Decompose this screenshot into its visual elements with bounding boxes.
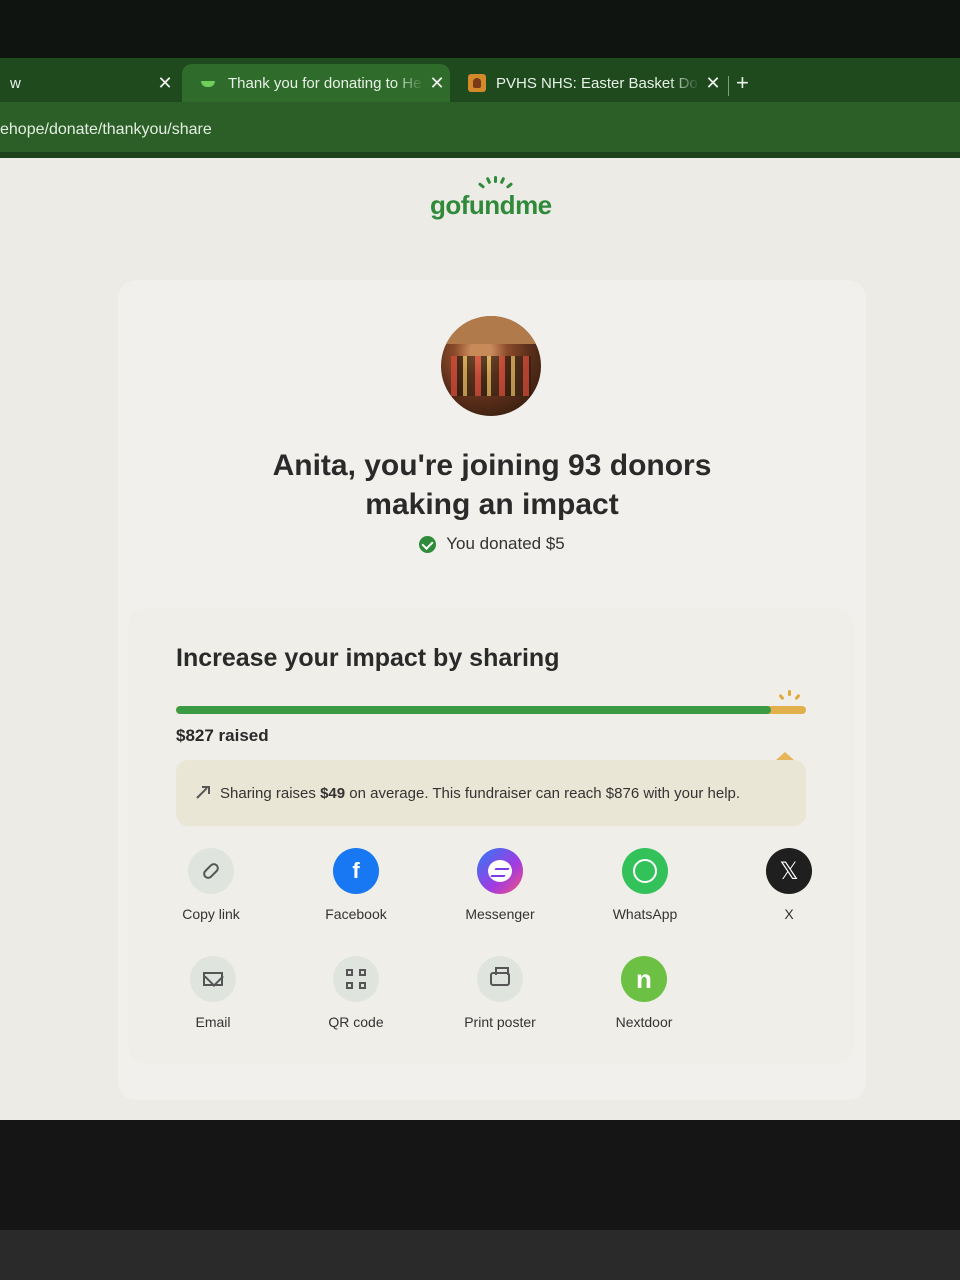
share-title: Increase your impact by sharing (176, 644, 560, 672)
qr-code-button[interactable]: QR code (301, 956, 411, 1030)
share-option-label: Messenger (465, 906, 535, 922)
share-x-button[interactable]: 𝕏 X (734, 848, 844, 922)
new-tab-button[interactable]: + (736, 70, 749, 96)
tab-gofundme-thankyou[interactable]: Thank you for donating to He ✕ (182, 64, 450, 102)
url-text: ehope/donate/thankyou/share (0, 121, 212, 138)
headline-line-2: making an impact (365, 488, 619, 521)
page-title: Anita, you're joining 93 donors making a… (198, 446, 786, 524)
sharing-tip: Sharing raises $49 on average. This fund… (176, 760, 806, 826)
fundraiser-progress-bar (176, 706, 806, 714)
share-option-label: Email (195, 1014, 231, 1030)
tab-title: w (10, 74, 21, 92)
x-icon: 𝕏 (766, 848, 812, 894)
goal-sparkle-icon (778, 690, 802, 702)
share-option-label: Nextdoor (615, 1014, 673, 1030)
headline-line-1: Anita, you're joining 93 donors (272, 449, 712, 482)
close-tab-icon[interactable]: ✕ (700, 73, 726, 94)
link-icon (188, 848, 234, 894)
screen-bezel-bottom (0, 1120, 960, 1280)
page-content: gofundme Anita, you're joining 93 donors… (0, 158, 960, 1120)
tip-prefix: Sharing raises (220, 784, 321, 802)
nextdoor-icon: n (621, 956, 667, 1002)
printer-icon (477, 956, 523, 1002)
share-option-label: WhatsApp (612, 906, 678, 922)
fundraiser-avatar (441, 316, 541, 416)
share-facebook-button[interactable]: f Facebook (301, 848, 411, 922)
pvhs-favicon-icon (468, 74, 486, 92)
share-option-label: Copy link (182, 906, 240, 922)
tab-pvhs-nhs[interactable]: PVHS NHS: Easter Basket Do ✕ (458, 64, 726, 102)
gofundme-favicon-icon (198, 76, 218, 90)
print-poster-button[interactable]: Print poster (445, 956, 555, 1030)
tab-previous[interactable]: w ✕ (0, 64, 178, 102)
close-tab-icon[interactable]: ✕ (152, 73, 178, 94)
share-option-label: Print poster (464, 1014, 536, 1030)
share-whatsapp-button[interactable]: WhatsApp (590, 848, 700, 922)
close-tab-icon[interactable]: ✕ (424, 73, 450, 94)
amount-raised: $827 raised (176, 726, 269, 745)
trending-up-icon (196, 786, 210, 800)
share-option-label: X (784, 906, 794, 922)
donation-confirmation: You donated $5 (198, 534, 786, 554)
whatsapp-icon (622, 848, 668, 894)
messenger-icon (477, 848, 523, 894)
share-email-button[interactable]: Email (158, 956, 268, 1030)
share-nextdoor-button[interactable]: n Nextdoor (589, 956, 699, 1030)
facebook-icon: f (333, 848, 379, 894)
email-icon (190, 956, 236, 1002)
logo-text: gofundme (430, 190, 552, 220)
address-bar[interactable]: ehope/donate/thankyou/share (0, 102, 960, 158)
tab-divider (728, 76, 729, 96)
tab-strip: w ✕ Thank you for donating to He ✕ PVHS … (0, 58, 960, 102)
screen-bezel-top (0, 0, 960, 58)
share-option-label: Facebook (325, 906, 387, 922)
share-section: Increase your impact by sharing $827 rai… (128, 608, 854, 1064)
share-option-label: QR code (328, 1014, 384, 1030)
donated-amount-text: You donated $5 (446, 534, 565, 553)
tab-title: PVHS NHS: Easter Basket Do (496, 74, 698, 92)
progress-fill (176, 706, 771, 714)
tip-caret (776, 752, 794, 760)
logo-sun-icon (477, 176, 514, 190)
tip-amount: $49 (320, 784, 346, 802)
thank-you-card: Anita, you're joining 93 donors making a… (118, 280, 866, 1100)
gofundme-logo[interactable]: gofundme (430, 176, 560, 230)
tab-title: Thank you for donating to He (228, 74, 422, 92)
copy-link-button[interactable]: Copy link (156, 848, 266, 922)
tip-suffix: on average. This fundraiser can reach $8… (345, 784, 741, 802)
tip-text: Sharing raises $49 on average. This fund… (220, 785, 740, 802)
check-circle-icon (419, 535, 437, 553)
share-messenger-button[interactable]: Messenger (445, 848, 555, 922)
qr-code-icon (333, 956, 379, 1002)
